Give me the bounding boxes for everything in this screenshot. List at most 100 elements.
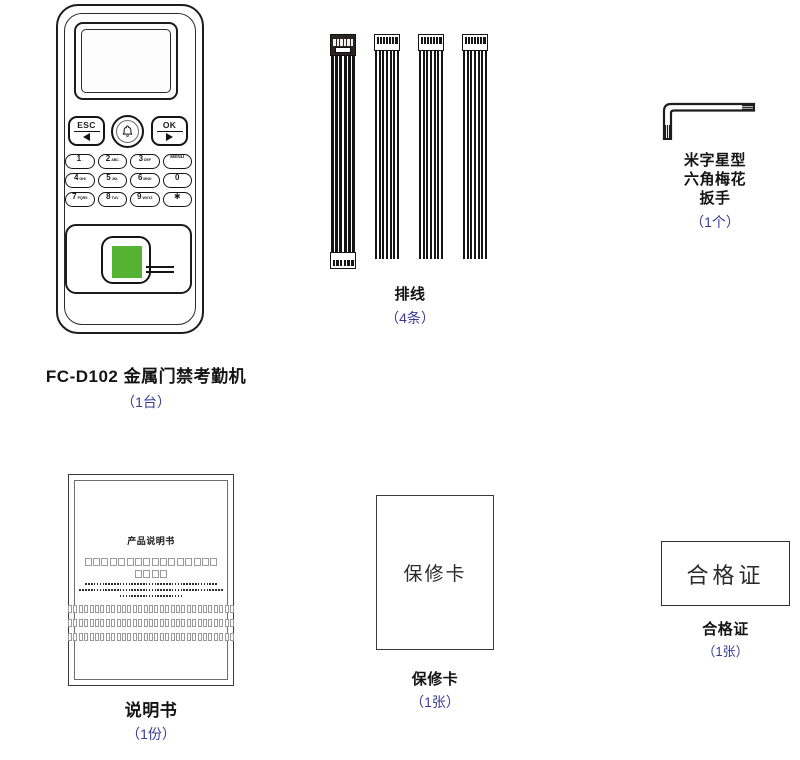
certificate-caption: 合格证 （1张） [661,621,790,660]
warranty-card-text: 保修卡 [403,564,467,585]
device-keypad: 1. 2 ABC 3 DEF MENU 4 GHI 5 JKL 6 MNO 0 7 PQRS 8 TUV 9 WXY… [65,154,192,207]
connector-pins [332,260,354,266]
keypad-key-letters: GHI [79,177,86,181]
device-screen [81,29,171,93]
certificate-face: 合格证 [661,541,790,606]
esc-key[interactable]: ESC [68,116,105,146]
keypad-key-number: 5 [106,173,111,182]
cable-wires [419,51,443,259]
keypad-key-number: 3 [138,154,144,163]
keypad-key-letters: . [82,158,83,162]
wrench-title-line-2: 六角梅花 [683,170,746,188]
keypad-key-4ghi[interactable]: 4 GHI [65,173,95,188]
keypad-key-letters: TUV [111,196,119,200]
ok-key-label: OK [162,119,177,130]
keypad-key-7pqrs[interactable]: 7 PQRS [65,192,95,207]
keypad-key-menu[interactable]: MENU [162,154,192,169]
cable-wires [463,51,487,259]
key-divider [73,130,100,132]
keypad-key-letters: ABC [111,158,119,162]
certificate-of-conformity: 合格证 [661,541,790,606]
keypad-key-1[interactable]: 1. [65,154,95,169]
wrench-caption: 米字星型 六角梅花 扳手 （1个） [630,152,800,232]
cable-wires [375,51,399,259]
manual-sheet-inner-border [74,480,228,680]
keypad-key-letters: JKL [111,177,119,181]
keypad-key-[interactable]: ✱ [162,192,192,207]
keypad-key-2abc[interactable]: 2 ABC [97,154,127,169]
manual-quantity: （1份） [126,726,176,743]
hex-star-wrench [650,95,760,141]
bell-key[interactable] [111,115,144,148]
keypad-key-number: 2 [105,154,111,163]
fingerprint-module [65,224,192,294]
keypad-key-0[interactable]: 0 [162,173,192,188]
cables-caption: 排线 （4条） [330,286,490,327]
device-screen-bezel [74,22,178,100]
connector-pins [376,37,398,44]
cable-connector-top [330,34,356,56]
keypad-key-number: 8 [106,192,111,201]
keypad-key-letters: WXYZ [142,196,153,200]
cable-connector-top [462,34,488,51]
warranty-card: 保修卡 [376,495,494,650]
warranty-caption: 保修卡 （1张） [376,671,494,711]
keypad-key-8tuv[interactable]: 8 TUV [97,192,127,207]
manual-text-line [67,605,235,613]
connector-pins [420,37,442,44]
connector-pins [333,39,353,46]
device-navigation-row: ESC OK [68,115,188,148]
wrench-title-line-3: 扳手 [699,189,731,207]
warranty-quantity: （1张） [410,693,460,710]
ribbon-cable [462,34,488,274]
keypad-key-number: ✱ [173,192,181,201]
speaker-grille-icon [146,265,174,276]
ok-key[interactable]: OK [151,116,188,146]
manual-text-line [67,619,235,627]
cable-connector-bottom [330,252,356,269]
keypad-key-3def[interactable]: 3 DEF [130,154,160,169]
device-quantity: （1台） [121,394,171,411]
bell-key-ring [116,120,139,143]
manual-sheet [68,474,234,686]
cable-connector-top [374,34,400,51]
ribbon-cable [330,34,356,274]
product-manual: 产品说明书 [67,474,235,686]
keypad-key-letters: DEF [144,158,151,162]
hex-star-wrench-icon [662,102,756,141]
warranty-title: 保修卡 [411,671,459,688]
packing-list-illustration: ESC OK 1. 2 ABC 3 DEF MENU 4 GHI 5 JKL 6 MNO 0 7 PQRS 8… [0,0,800,760]
keypad-key-letters: PQRS [77,196,88,200]
manual-title: 说明书 [124,701,178,720]
keypad-key-number: 7 [72,192,77,201]
keypad-key-number: 9 [137,192,142,201]
manual-text-line [67,633,235,641]
wrench-title-line-1: 米字星型 [683,152,746,169]
fingerprint-sensor-surface[interactable] [112,246,142,278]
keypad-key-number: 6 [137,173,143,182]
keypad-key-label: MENU [170,154,185,159]
esc-key-label: ESC [77,119,96,130]
keypad-key-9wxyz[interactable]: 9 WXYZ [130,192,160,207]
keypad-key-number: 4 [73,173,79,182]
key-divider [156,130,183,132]
manual-dotted-line [68,583,234,585]
ribbon-cables [330,34,490,274]
arrow-right-icon [166,133,173,142]
cables-quantity: （4条） [385,309,435,326]
fingerprint-sensor-frame[interactable] [101,236,151,284]
keypad-key-5jkl[interactable]: 5 JKL [97,173,127,188]
ribbon-cable [374,34,400,274]
manual-dotted-line [68,595,234,597]
cable-connector-top [418,34,444,51]
certificate-text: 合格证 [686,562,765,588]
manual-caption: 说明书 （1份） [68,700,234,744]
certificate-title: 合格证 [702,621,749,638]
keypad-key-letters: MNO [143,177,152,181]
keypad-key-6mno[interactable]: 6 MNO [130,173,160,188]
device-title: FC-D102 金属门禁考勤机 [45,367,247,386]
cables-title: 排线 [394,286,426,303]
certificate-quantity: （1张） [702,643,749,659]
wrench-quantity: （1个） [690,214,740,231]
manual-dotted-line [68,589,234,591]
